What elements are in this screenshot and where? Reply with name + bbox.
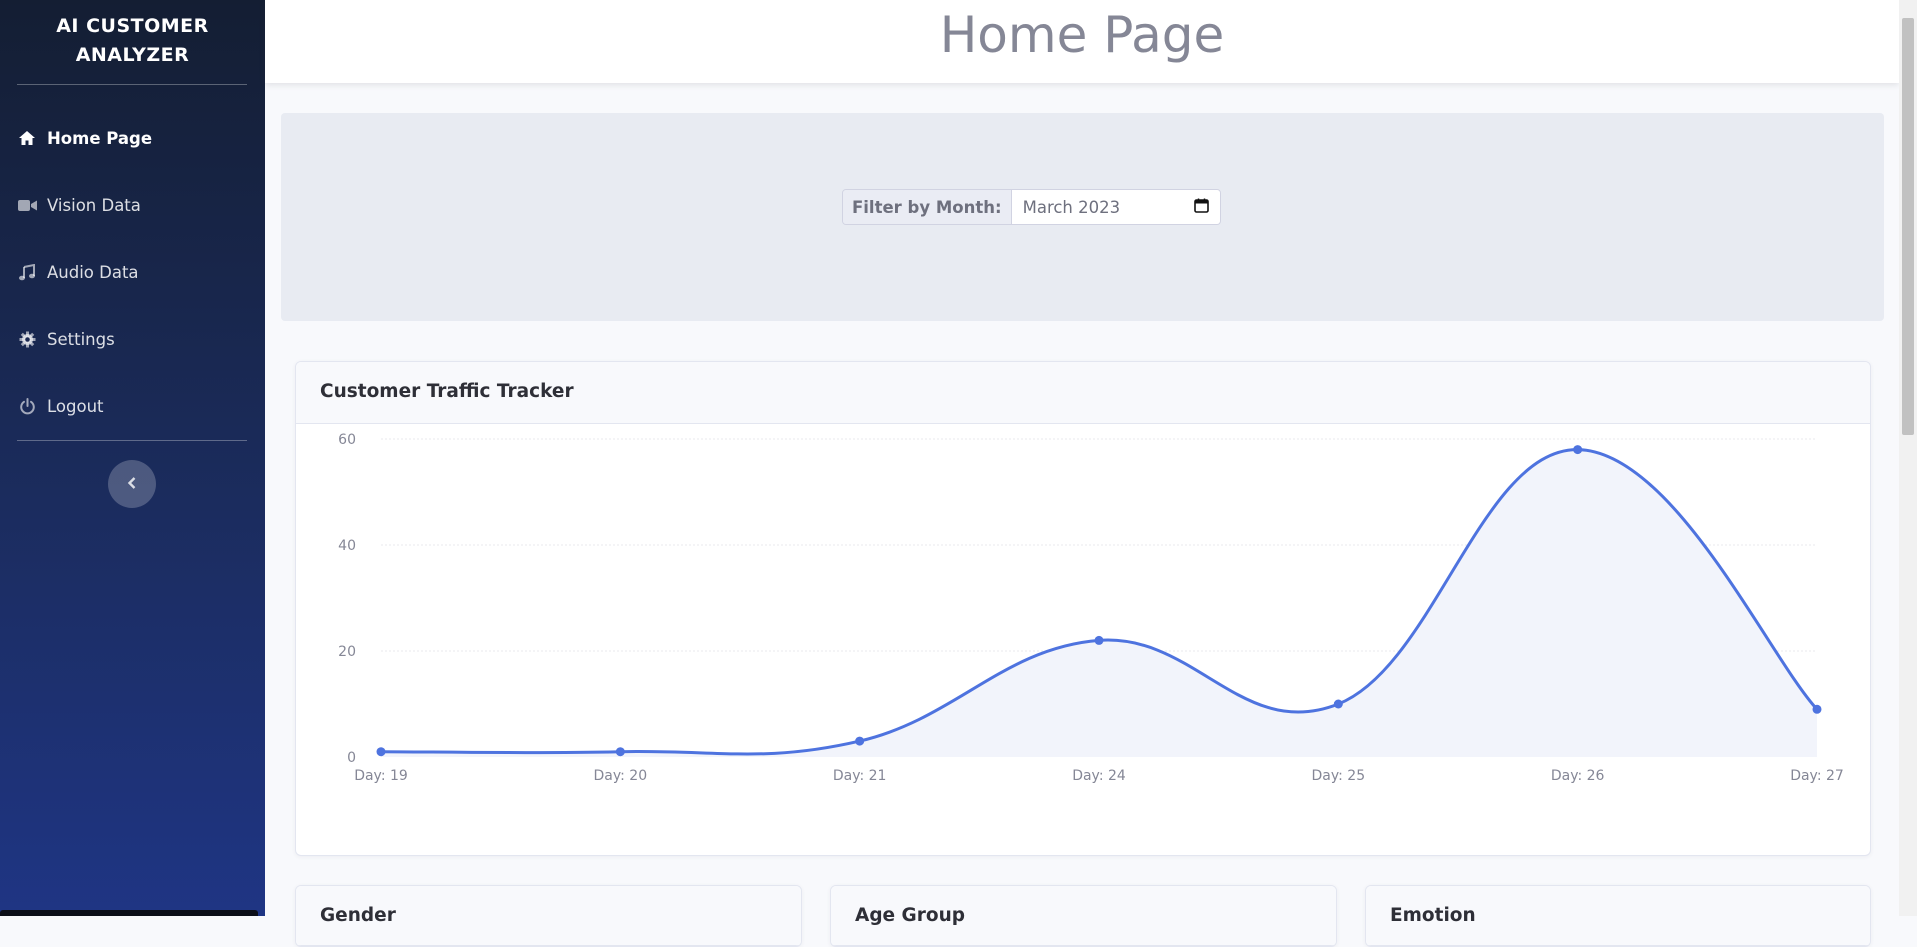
music-note-icon bbox=[17, 262, 37, 282]
sidebar-divider bbox=[17, 440, 247, 441]
sidebar-item-label: Home Page bbox=[47, 128, 153, 148]
brand-title[interactable]: AI CUSTOMER ANALYZER bbox=[0, 12, 265, 70]
gender-card: Gender bbox=[295, 885, 802, 947]
filter-label: Filter by Month: bbox=[843, 190, 1012, 224]
sidebar-item-label: Vision Data bbox=[47, 195, 141, 215]
chevron-left-icon bbox=[127, 475, 137, 494]
video-camera-icon bbox=[17, 195, 37, 215]
data-point bbox=[855, 736, 865, 746]
sidebar-item-logout[interactable]: Logout bbox=[17, 386, 257, 426]
topbar: Home Page bbox=[265, 0, 1899, 83]
x-tick-label: Day: 24 bbox=[1072, 768, 1126, 784]
sidebar-item-audio-data[interactable]: Audio Data bbox=[17, 252, 257, 292]
data-point bbox=[376, 747, 386, 757]
y-tick-label: 20 bbox=[338, 644, 356, 660]
sidebar-bottom-edge bbox=[0, 910, 258, 916]
brand-line-2: ANALYZER bbox=[75, 44, 190, 66]
data-point bbox=[615, 747, 625, 757]
calendar-icon[interactable] bbox=[1193, 198, 1209, 217]
home-icon bbox=[17, 128, 37, 148]
scrollbar-thumb[interactable] bbox=[1902, 18, 1914, 435]
x-tick-label: Day: 27 bbox=[1790, 768, 1844, 784]
month-filter: Filter by Month: March 2023 bbox=[842, 189, 1221, 225]
emotion-card: Emotion bbox=[1365, 885, 1871, 947]
x-tick-label: Day: 21 bbox=[833, 768, 887, 784]
gear-icon bbox=[17, 329, 37, 349]
y-tick-label: 60 bbox=[338, 432, 356, 448]
data-point bbox=[1333, 699, 1343, 709]
x-tick-label: Day: 25 bbox=[1312, 768, 1366, 784]
customer-traffic-card: Customer Traffic Tracker 0 20 40 60 Day: 19 D… bbox=[295, 361, 1871, 856]
data-point bbox=[1573, 445, 1583, 455]
card-title: Gender bbox=[296, 886, 801, 946]
brand-line-1: AI CUSTOMER bbox=[56, 15, 209, 37]
age-group-card: Age Group bbox=[830, 885, 1337, 947]
sidebar-toggle-button[interactable] bbox=[108, 460, 156, 508]
series-area bbox=[381, 449, 1817, 757]
data-point bbox=[1094, 635, 1104, 645]
sidebar-item-settings[interactable]: Settings bbox=[17, 319, 257, 359]
month-input[interactable]: March 2023 bbox=[1011, 190, 1220, 224]
x-tick-label: Day: 20 bbox=[594, 768, 648, 784]
sidebar-item-label: Settings bbox=[47, 329, 115, 349]
filter-panel: Filter by Month: March 2023 bbox=[281, 113, 1884, 321]
x-tick-label: Day: 19 bbox=[354, 768, 408, 784]
month-input-value: March 2023 bbox=[1022, 197, 1121, 217]
sidebar-item-home-page[interactable]: Home Page bbox=[17, 118, 257, 158]
data-point bbox=[1812, 704, 1822, 714]
y-tick-label: 40 bbox=[338, 538, 356, 554]
card-title: Emotion bbox=[1366, 886, 1870, 946]
power-icon bbox=[17, 396, 37, 416]
sidebar: AI CUSTOMER ANALYZER Home Page Vision Da… bbox=[0, 0, 265, 916]
page-title: Home Page bbox=[939, 6, 1225, 64]
sidebar-divider bbox=[17, 84, 247, 85]
y-tick-label: 0 bbox=[347, 750, 356, 766]
card-title: Age Group bbox=[831, 886, 1336, 946]
customer-traffic-chart: 0 20 40 60 Day: 19 Day: 20 Day: 21 Day: 24 Day: … bbox=[338, 432, 1844, 784]
sidebar-item-vision-data[interactable]: Vision Data bbox=[17, 185, 257, 225]
sidebar-item-label: Logout bbox=[47, 396, 104, 416]
x-tick-label: Day: 26 bbox=[1551, 768, 1605, 784]
card-title: Customer Traffic Tracker bbox=[296, 362, 1870, 424]
page-scrollbar[interactable] bbox=[1899, 0, 1917, 916]
sidebar-item-label: Audio Data bbox=[47, 262, 139, 282]
